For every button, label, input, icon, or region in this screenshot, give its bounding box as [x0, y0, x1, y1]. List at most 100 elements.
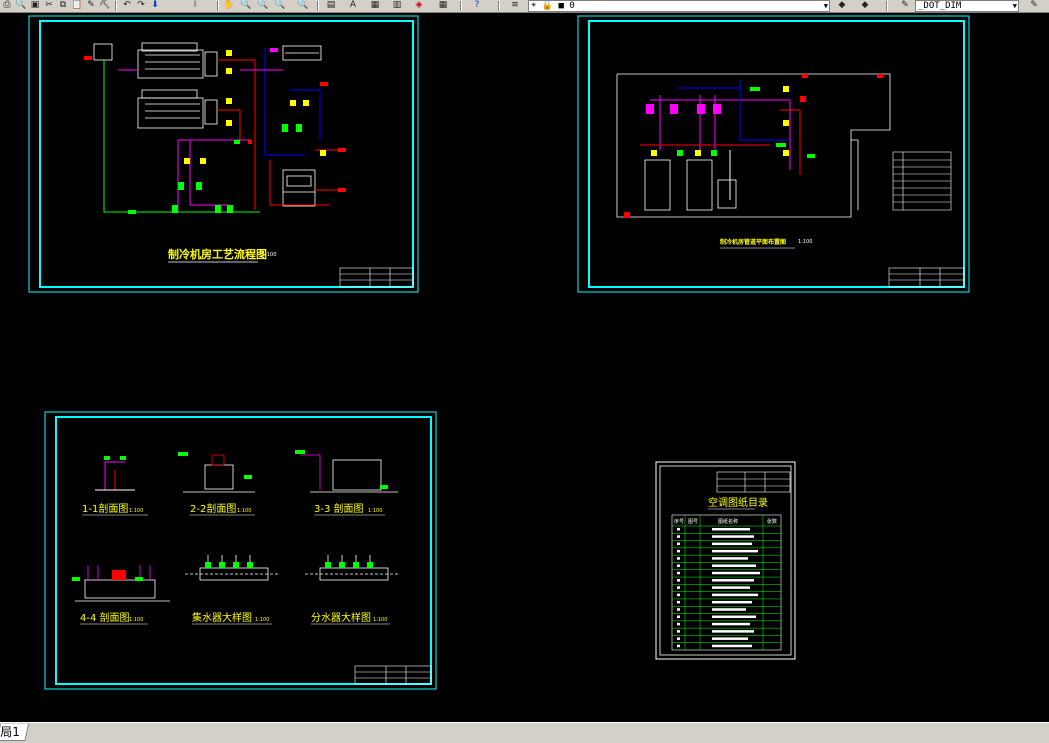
copy-icon[interactable]: ⧉: [56, 0, 70, 11]
index-table: 序号 图号 图纸名称 张数: [671, 514, 782, 651]
chevron-down-icon[interactable]: ▼: [1013, 1, 1017, 11]
calculator-icon[interactable]: ▦: [436, 0, 450, 11]
index-row-entry: [712, 542, 752, 546]
index-header: 图号: [688, 519, 698, 525]
index-header: 张数: [767, 518, 777, 525]
cad-model-space[interactable]: 制冷机房工艺流程图 1:100 制冷机房管道平面布置图 1:100 1-1剖面图…: [0, 13, 1049, 722]
index-row-number: [677, 549, 680, 553]
make-current-icon[interactable]: ◆: [835, 0, 849, 11]
index-row-number: [677, 579, 680, 582]
section-label: 集水器大样图: [192, 611, 252, 624]
chiller-unit-2: [137, 89, 218, 129]
index-row-entry: [712, 571, 760, 575]
section-label: 分水器大样图: [311, 611, 371, 624]
index-row-entry: [712, 579, 754, 582]
distributor-detail-sketch: [305, 555, 400, 581]
index-row-number: [677, 644, 680, 648]
sheet-inner-border: [588, 20, 965, 288]
sheetset-icon[interactable]: ◈: [412, 0, 426, 11]
sheet-piping-plan[interactable]: 制冷机房管道平面布置图 1:100: [577, 15, 970, 293]
designcenter-icon[interactable]: ▦: [368, 0, 382, 11]
properties-icon[interactable]: ▤: [324, 0, 338, 11]
index-row-number: [677, 630, 680, 633]
section-label: 1-1剖面图: [82, 502, 128, 515]
preview-icon[interactable]: 🔍: [14, 0, 28, 11]
index-row-entry: [712, 549, 758, 553]
pipe-network: [103, 48, 345, 213]
chevron-down-icon[interactable]: ▼: [824, 1, 828, 11]
index-row-entry: [712, 622, 750, 626]
matchprop-icon[interactable]: ✎: [84, 0, 98, 11]
layout-tab-bar: 局1: [0, 722, 1049, 743]
help-icon[interactable]: ?: [470, 0, 484, 11]
dimstyle-combo[interactable]: _DOT_DIM ▼: [915, 0, 1019, 12]
block-icon[interactable]: ⛏: [98, 0, 112, 11]
index-row-number: [677, 586, 680, 589]
zoom-window-icon[interactable]: 🔍: [256, 0, 270, 11]
index-row-entry: [712, 644, 752, 648]
collector-detail-sketch: [185, 555, 280, 581]
plot-icon[interactable]: ⎙: [0, 0, 14, 11]
plotstyle-icon[interactable]: ✎: [1027, 0, 1041, 11]
cut-icon[interactable]: ✂: [42, 0, 56, 11]
index-header: 图纸名称: [718, 518, 738, 525]
publish-icon[interactable]: ▣: [28, 0, 42, 11]
drawing-canvas[interactable]: 制冷机房工艺流程图 1:100 制冷机房管道平面布置图 1:100 1-1剖面图…: [0, 13, 1049, 722]
tab-layout-1[interactable]: 局1: [0, 724, 29, 741]
section-1-1-sketch: [95, 456, 135, 491]
paste-icon[interactable]: 📋: [70, 0, 84, 11]
layer-state-icons: ☀ 🔓 ■: [531, 1, 564, 11]
index-row-entry: [712, 564, 756, 567]
layer-icon[interactable]: ≡: [508, 0, 522, 11]
redo-arrow-icon[interactable]: ⬇: [188, 0, 202, 11]
index-row-entry: [712, 608, 746, 611]
zoom-extents-icon[interactable]: 🔍: [296, 0, 310, 11]
sheet-inner-border: [659, 465, 792, 656]
section-label: 3-3 剖面图: [314, 502, 364, 515]
layer-combo[interactable]: ☀ 🔓 ■ 0 ▼: [528, 0, 830, 12]
index-rows: [672, 515, 781, 650]
section-2-2-sketch: [178, 452, 255, 493]
section-scale: 1:100: [373, 617, 387, 623]
toolpalette-icon[interactable]: ▥: [390, 0, 404, 11]
section-scale: 1:100: [129, 508, 143, 514]
title-block: [354, 665, 432, 685]
standard-toolbar: ⎙ 🔍 ▣ ✂ ⧉ 📋 ✎ ⛏ ↶ ↷ ⬇ ⬇ ✋ 🔍 🔍 🔍 🔍 ▤ A ▦ …: [0, 0, 1049, 13]
index-title-block: [716, 471, 791, 493]
index-row-number: [677, 564, 680, 567]
sheet-drawing-index[interactable]: 空调图纸目录 序号 图号 图纸名称 张数: [655, 461, 796, 660]
index-row-entry: [712, 593, 758, 597]
index-row-number: [677, 571, 680, 575]
zoom-previous-icon[interactable]: 🔍: [273, 0, 287, 11]
sheet-outer-border: [577, 15, 970, 293]
section-scale: 1:100: [129, 617, 143, 623]
undo-arrow-icon[interactable]: ⬇: [148, 0, 162, 11]
sheet-process-flow[interactable]: 制冷机房工艺流程图 1:100: [28, 15, 419, 293]
sheet-outer-border: [655, 461, 796, 660]
index-row-number: [677, 542, 680, 546]
layer-previous-icon[interactable]: ◆: [858, 0, 872, 11]
equipment-schedule-table: [892, 151, 952, 211]
index-header: 序号: [674, 518, 684, 525]
zoom-realtime-icon[interactable]: 🔍: [239, 0, 253, 11]
section-scale: 1:100: [368, 508, 382, 514]
index-row-number: [677, 593, 680, 597]
index-row-entry: [712, 586, 750, 589]
index-row-entry: [712, 630, 754, 633]
sheet1-title: 制冷机房工艺流程图: [168, 247, 267, 261]
index-row-entry: [712, 600, 752, 604]
undo-icon[interactable]: ↶: [120, 0, 134, 11]
plan-valve-markers: [624, 74, 883, 218]
index-row-entry: [712, 557, 748, 560]
section-scale: 1:100: [255, 617, 269, 623]
pan-icon[interactable]: ✋: [222, 0, 236, 11]
sheet-sections[interactable]: 1-1剖面图 1:100 2-2剖面图 1:100 3-3 剖面图 1:100 …: [44, 411, 437, 690]
water-treatment-unit: [282, 169, 316, 207]
section-scale: 1:100: [237, 508, 251, 514]
index-title: 空调图纸目录: [708, 496, 768, 509]
redo-icon[interactable]: ↷: [134, 0, 148, 11]
dimstyle-icon[interactable]: ✎: [898, 0, 912, 11]
index-row-entry: [712, 637, 748, 640]
index-row-number: [677, 622, 680, 626]
text-style-icon[interactable]: A: [346, 0, 360, 11]
